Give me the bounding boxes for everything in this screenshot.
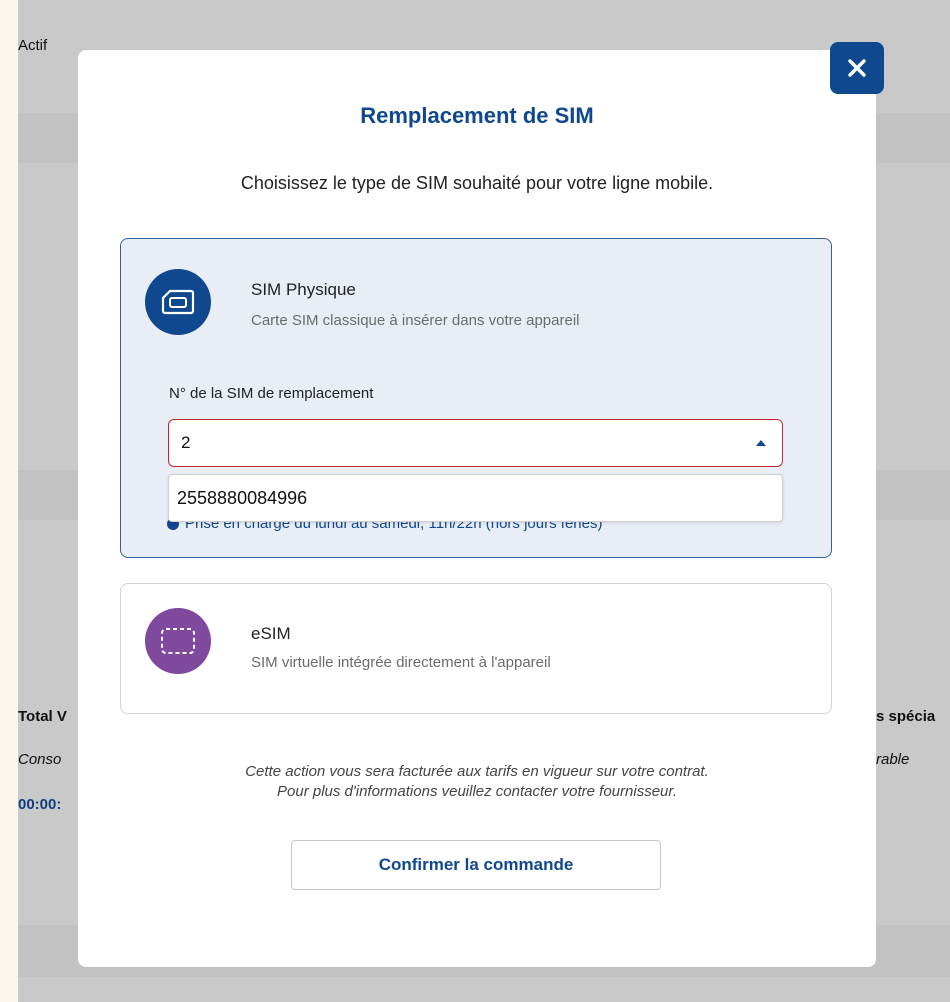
sim-replacement-modal: Remplacement de SIM Choisissez le type d… <box>78 50 876 967</box>
option-description: Carte SIM classique à insérer dans votre… <box>251 312 580 329</box>
modal-subtitle: Choisissez le type de SIM souhaité pour … <box>240 173 714 193</box>
option-physical-sim[interactable]: SIM Physique Carte SIM classique à insér… <box>120 238 832 558</box>
sim-number-value: 2 <box>181 433 191 452</box>
background-conso-label: Conso <box>18 751 62 768</box>
sim-number-input[interactable]: 2 <box>168 419 783 467</box>
billing-note-line2: Pour plus d'informations veuillez contac… <box>277 783 677 800</box>
sim-suggestion-dropdown: 2558880084996 <box>168 474 783 522</box>
background-status-text: Actif <box>18 37 48 54</box>
modal-title: Remplacement de SIM <box>360 103 594 128</box>
sim-suggestion-option[interactable]: 2558880084996 <box>177 488 307 509</box>
close-button[interactable] <box>830 42 884 94</box>
caret-up-icon[interactable] <box>756 440 766 446</box>
sim-number-label: N° de la SIM de remplacement <box>169 385 374 402</box>
billing-note-line1: Cette action vous sera facturée aux tari… <box>245 763 709 780</box>
sim-card-icon <box>145 269 211 335</box>
background-total-label: Total V <box>18 708 67 725</box>
background-time-value: 00:00: <box>18 796 62 813</box>
billing-note: Cette action vous sera facturée aux tari… <box>78 762 876 802</box>
background-special-label: s spécia <box>876 708 936 725</box>
option-description: SIM virtuelle intégrée directement à l'a… <box>251 654 551 671</box>
option-esim[interactable]: eSIM SIM virtuelle intégrée directement … <box>120 583 832 714</box>
confirm-order-button[interactable]: Confirmer la commande <box>291 840 661 890</box>
option-title: SIM Physique <box>251 280 356 299</box>
background-rable-label: rable <box>876 751 910 768</box>
option-title: eSIM <box>251 624 291 643</box>
esim-icon <box>145 608 211 674</box>
close-icon <box>848 59 866 77</box>
